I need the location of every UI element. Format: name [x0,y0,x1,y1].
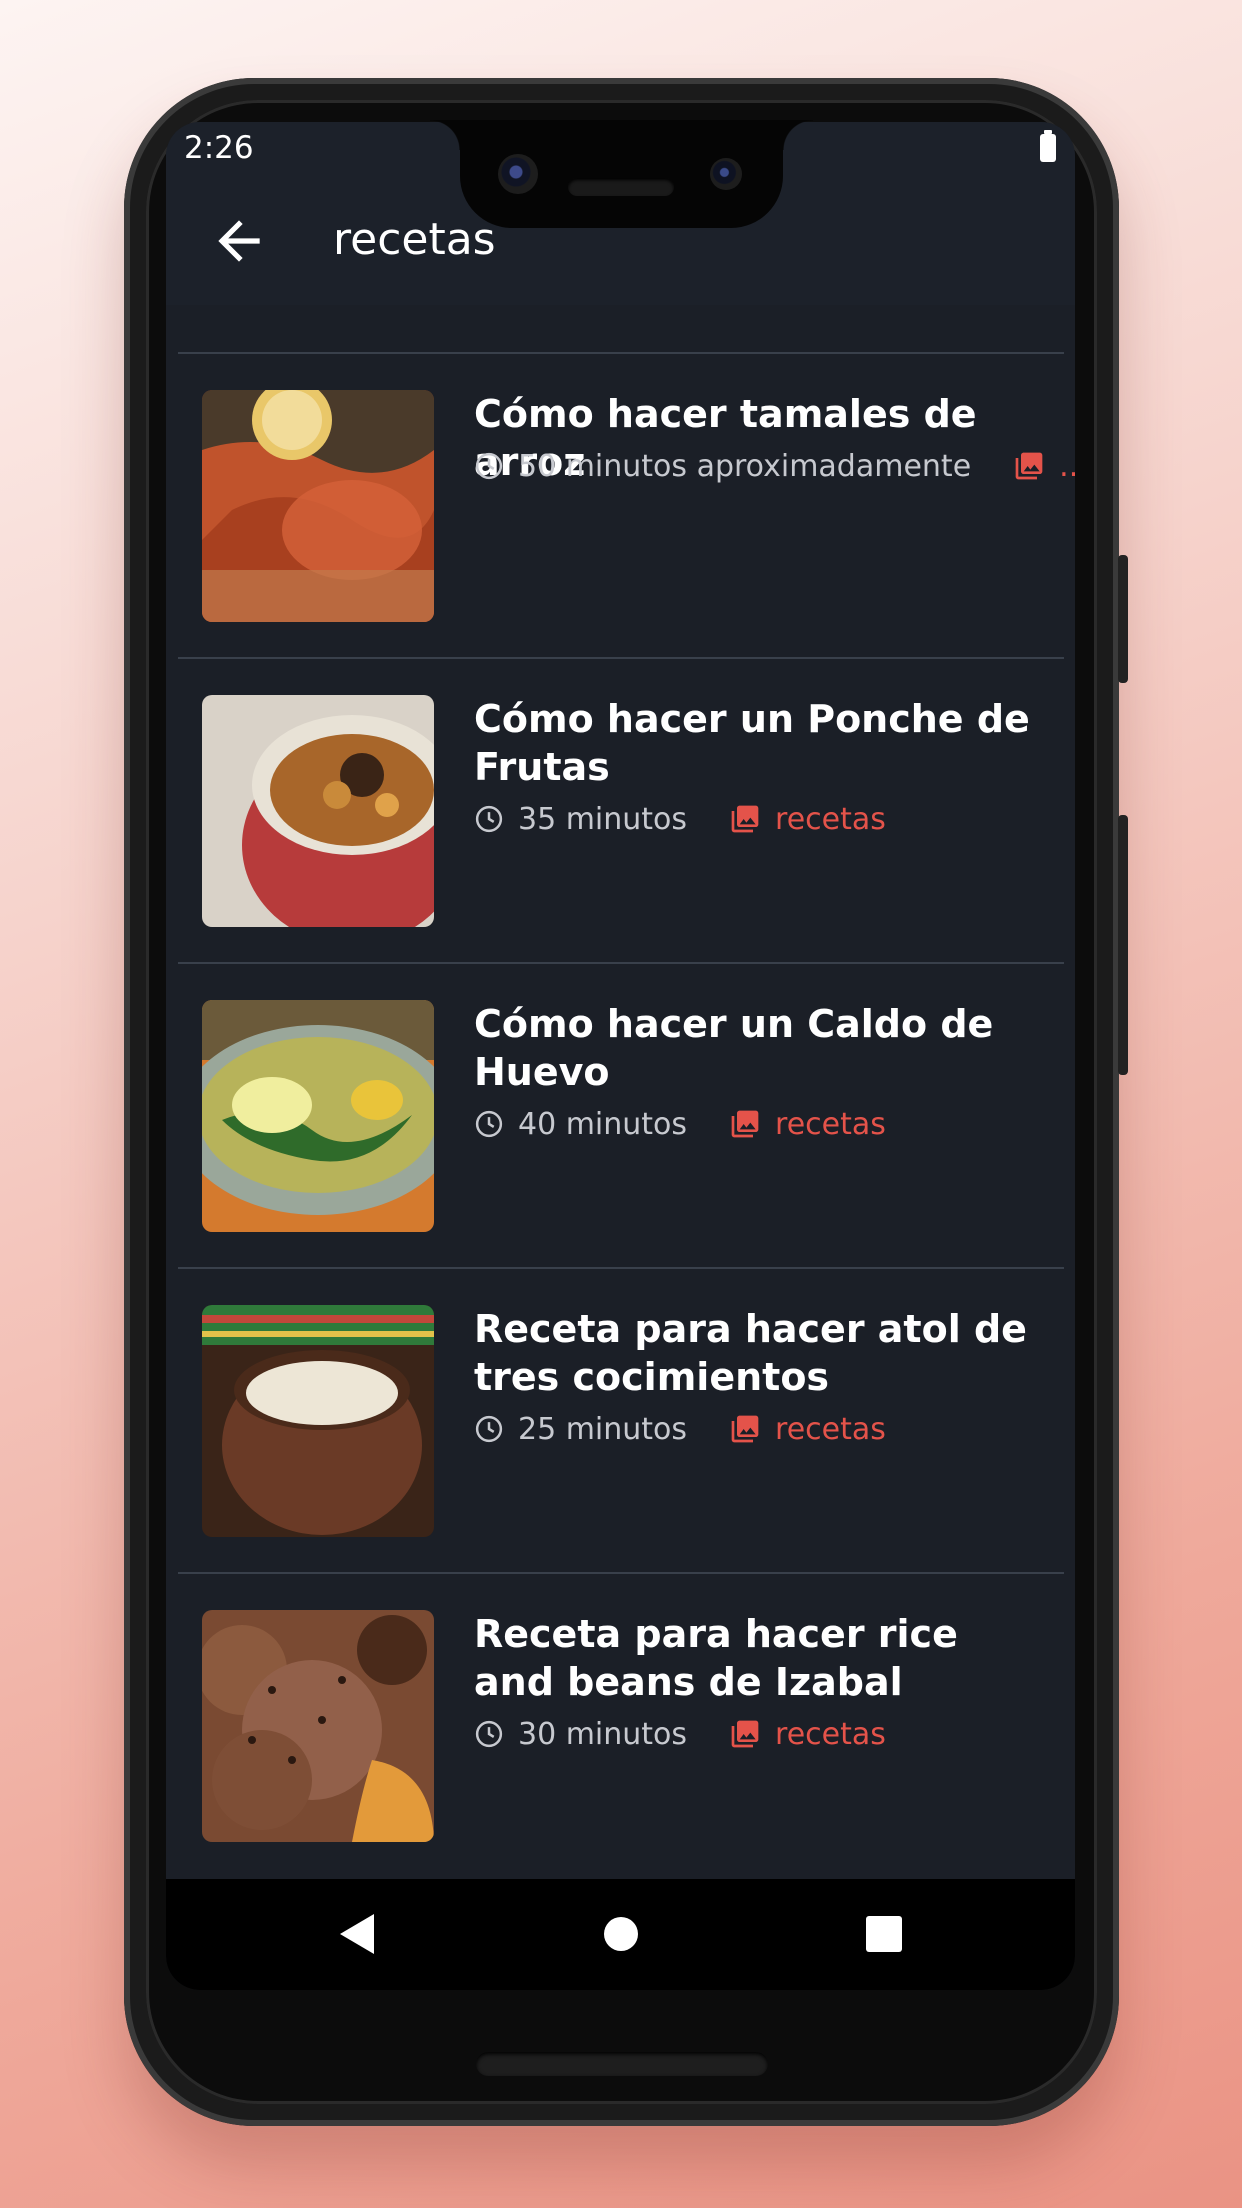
divider [178,352,1064,354]
power-button [1118,555,1128,683]
page-title: recetas [333,214,496,265]
gallery-icon [731,1110,759,1138]
volume-button [1118,815,1128,1075]
nav-home-icon[interactable] [604,1917,638,1951]
secondary-camera [710,158,742,190]
recipe-time: 30 minutos [518,1716,688,1752]
divider [178,962,1064,964]
recipe-meta: 25 minutos recetas [474,1409,886,1449]
recipe-time: 40 minutos [518,1106,688,1142]
status-time: 2:26 [184,130,254,166]
divider [178,1572,1064,1574]
gallery-icon [731,1720,759,1748]
recipe-meta: 40 minutos recetas [474,1104,886,1144]
recipe-title: Receta para hacer atol de tres cocimient… [474,1307,1027,1399]
clock-icon [475,1110,503,1138]
recipe-category[interactable]: recetas [729,1412,886,1447]
divider [178,1267,1064,1269]
nav-recents-icon[interactable] [866,1916,902,1952]
earpiece-speaker [568,178,674,196]
recipe-thumbnail [202,1610,434,1842]
recipe-meta: 30 minutos recetas [474,1714,886,1754]
gallery-icon [731,805,759,833]
list-item[interactable]: Receta para hacer rice and beans de Izab… [166,1575,1075,1879]
recipe-thumbnail [202,695,434,927]
clock-icon [475,1415,503,1443]
recipe-thumbnail [202,1305,434,1537]
camera-notch [430,120,813,228]
clock-icon [475,1720,503,1748]
front-camera [498,154,538,194]
recipe-category[interactable]: recetas [729,1717,886,1752]
recipe-category-label: recetas [775,1106,886,1142]
recipe-category-label: recetas [775,1411,886,1447]
gallery-icon [1015,452,1043,480]
gallery-icon [731,1415,759,1443]
nav-back-icon[interactable] [338,1912,376,1956]
clock-icon [475,452,503,480]
recipe-category-label: recetas [775,1716,886,1752]
recipe-category[interactable]: recetas [729,1107,886,1142]
recipe-title: Cómo hacer un Caldo de Huevo [474,1002,994,1094]
battery-icon [1040,130,1056,162]
system-nav-bar [166,1879,1075,1990]
recipe-thumbnail [202,390,434,622]
recipe-meta: 35 minutos recetas [474,799,886,839]
phone-chin-speaker [476,2052,768,2076]
recipe-title: Cómo hacer un Ponche de Frutas [474,697,1030,789]
recipe-thumbnail [202,1000,434,1232]
recipe-time: 25 minutos [518,1411,688,1447]
clock-icon [475,805,503,833]
recipe-category-label: .. [1059,448,1075,484]
back-arrow-icon[interactable] [208,210,270,272]
app-screen: 2:26 recetas Cómo hacer tamales de arroz [166,122,1075,1990]
list-item[interactable]: Cómo hacer un Caldo de Huevo 40 minutos … [166,965,1075,1269]
list-item[interactable]: Cómo hacer tamales de arroz 50 minutos a… [166,355,1075,659]
recipe-category[interactable]: recetas [729,802,886,837]
recipe-meta: 50 minutos aproximadamente .. [474,446,1075,486]
divider [178,657,1064,659]
recipe-time: 35 minutos [518,801,688,837]
list-item[interactable]: Receta para hacer atol de tres cocimient… [166,1270,1075,1574]
recipe-category-label: recetas [775,801,886,837]
recipe-category[interactable]: .. [1013,449,1075,484]
recipe-time: 50 minutos aproximadamente [518,448,972,484]
list-item[interactable]: Cómo hacer un Ponche de Frutas 35 minuto… [166,660,1075,964]
recipe-title: Receta para hacer rice and beans de Izab… [474,1612,958,1704]
